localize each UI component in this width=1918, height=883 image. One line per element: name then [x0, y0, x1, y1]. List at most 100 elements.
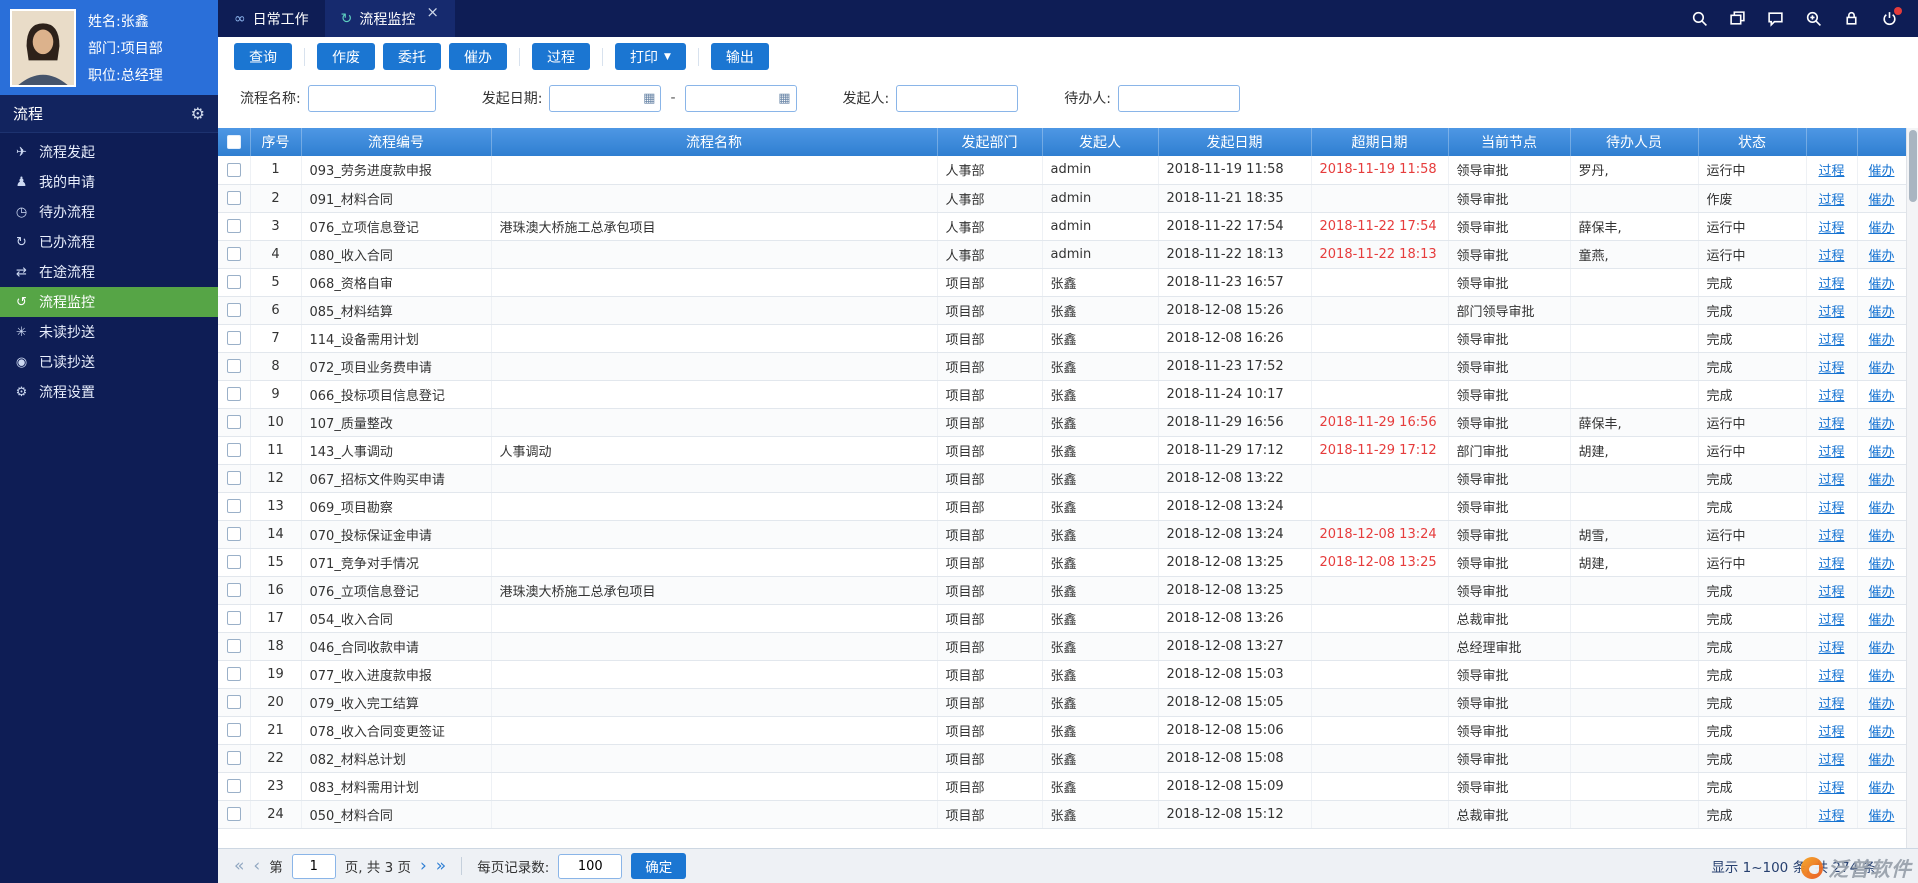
- row-checkbox[interactable]: [227, 779, 241, 793]
- void-button[interactable]: 作废: [317, 43, 375, 70]
- process-link[interactable]: 过程: [1818, 333, 1844, 348]
- row-checkbox[interactable]: [227, 415, 241, 429]
- close-tab-icon[interactable]: ×: [426, 5, 439, 20]
- row-checkbox[interactable]: [227, 303, 241, 317]
- sidebar-item-unread-cc[interactable]: ✳未读抄送: [0, 317, 218, 347]
- urge-link[interactable]: 催办: [1868, 164, 1894, 179]
- urge-link[interactable]: 催办: [1868, 809, 1894, 824]
- process-link[interactable]: 过程: [1818, 305, 1844, 320]
- sidebar-item-pending[interactable]: ◷待办流程: [0, 197, 218, 227]
- process-link[interactable]: 过程: [1818, 193, 1844, 208]
- next-page-button[interactable]: ›: [420, 858, 427, 875]
- process-link[interactable]: 过程: [1818, 753, 1844, 768]
- process-link[interactable]: 过程: [1818, 501, 1844, 516]
- urge-link[interactable]: 催办: [1868, 697, 1894, 712]
- lock-icon[interactable]: [1843, 10, 1860, 27]
- process-link[interactable]: 过程: [1818, 417, 1844, 432]
- calendar-icon[interactable]: ▦: [778, 91, 790, 106]
- urge-link[interactable]: 催办: [1868, 221, 1894, 236]
- tab-process-monitor[interactable]: ↻ 流程监控 ×: [325, 0, 455, 37]
- print-button[interactable]: 打印 ▼: [615, 43, 686, 70]
- last-page-button[interactable]: »: [436, 858, 446, 875]
- urge-link[interactable]: 催办: [1868, 193, 1894, 208]
- urge-link[interactable]: 催办: [1868, 753, 1894, 768]
- sidebar-item-read-cc[interactable]: ◉已读抄送: [0, 347, 218, 377]
- power-icon[interactable]: [1881, 10, 1898, 27]
- row-checkbox[interactable]: [227, 471, 241, 485]
- row-checkbox[interactable]: [227, 723, 241, 737]
- query-button[interactable]: 查询: [234, 43, 292, 70]
- urge-link[interactable]: 催办: [1868, 529, 1894, 544]
- select-all-checkbox[interactable]: [227, 135, 241, 149]
- process-link[interactable]: 过程: [1818, 669, 1844, 684]
- process-link[interactable]: 过程: [1818, 277, 1844, 292]
- urge-button[interactable]: 催办: [449, 43, 507, 70]
- process-link[interactable]: 过程: [1818, 585, 1844, 600]
- process-link[interactable]: 过程: [1818, 361, 1844, 376]
- urge-link[interactable]: 催办: [1868, 445, 1894, 460]
- process-button[interactable]: 过程: [532, 43, 590, 70]
- row-checkbox[interactable]: [227, 191, 241, 205]
- initiator-input[interactable]: [896, 85, 1018, 112]
- sidebar-item-my-applications[interactable]: ♟我的申请: [0, 167, 218, 197]
- process-link[interactable]: 过程: [1818, 641, 1844, 656]
- first-page-button[interactable]: «: [234, 858, 244, 875]
- row-checkbox[interactable]: [227, 219, 241, 233]
- urge-link[interactable]: 催办: [1868, 557, 1894, 572]
- row-checkbox[interactable]: [227, 807, 241, 821]
- urge-link[interactable]: 催办: [1868, 669, 1894, 684]
- row-checkbox[interactable]: [227, 275, 241, 289]
- confirm-button[interactable]: 确定: [631, 853, 686, 879]
- urge-link[interactable]: 催办: [1868, 613, 1894, 628]
- process-link[interactable]: 过程: [1818, 809, 1844, 824]
- urge-link[interactable]: 催办: [1868, 277, 1894, 292]
- urge-link[interactable]: 催办: [1868, 389, 1894, 404]
- sidebar-item-settings[interactable]: ⚙流程设置: [0, 377, 218, 407]
- process-link[interactable]: 过程: [1818, 221, 1844, 236]
- zoom-icon[interactable]: [1805, 10, 1822, 27]
- process-link[interactable]: 过程: [1818, 164, 1844, 179]
- urge-link[interactable]: 催办: [1868, 641, 1894, 656]
- output-button[interactable]: 输出: [711, 43, 769, 70]
- row-checkbox[interactable]: [227, 583, 241, 597]
- row-checkbox[interactable]: [227, 359, 241, 373]
- page-number-input[interactable]: [292, 854, 336, 879]
- sidebar-item-initiate[interactable]: ✈流程发起: [0, 137, 218, 167]
- row-checkbox[interactable]: [227, 331, 241, 345]
- process-link[interactable]: 过程: [1818, 249, 1844, 264]
- gear-icon[interactable]: ⚙: [191, 104, 205, 123]
- calendar-icon[interactable]: ▦: [643, 91, 655, 106]
- row-checkbox[interactable]: [227, 639, 241, 653]
- process-link[interactable]: 过程: [1818, 697, 1844, 712]
- urge-link[interactable]: 催办: [1868, 333, 1894, 348]
- urge-link[interactable]: 催办: [1868, 473, 1894, 488]
- urge-link[interactable]: 催办: [1868, 781, 1894, 796]
- row-checkbox[interactable]: [227, 527, 241, 541]
- process-link[interactable]: 过程: [1818, 725, 1844, 740]
- row-checkbox[interactable]: [227, 499, 241, 513]
- urge-link[interactable]: 催办: [1868, 417, 1894, 432]
- row-checkbox[interactable]: [227, 695, 241, 709]
- message-icon[interactable]: [1767, 10, 1784, 27]
- process-link[interactable]: 过程: [1818, 473, 1844, 488]
- process-link[interactable]: 过程: [1818, 613, 1844, 628]
- delegate-button[interactable]: 委托: [383, 43, 441, 70]
- row-checkbox[interactable]: [227, 163, 241, 177]
- row-checkbox[interactable]: [227, 751, 241, 765]
- row-checkbox[interactable]: [227, 555, 241, 569]
- scrollbar-thumb[interactable]: [1909, 130, 1917, 202]
- per-page-input[interactable]: [558, 854, 622, 879]
- vertical-scrollbar[interactable]: [1906, 128, 1918, 848]
- process-link[interactable]: 过程: [1818, 445, 1844, 460]
- search-icon[interactable]: [1691, 10, 1708, 27]
- row-checkbox[interactable]: [227, 611, 241, 625]
- process-name-input[interactable]: [308, 85, 436, 112]
- process-link[interactable]: 过程: [1818, 529, 1844, 544]
- urge-link[interactable]: 催办: [1868, 585, 1894, 600]
- urge-link[interactable]: 催办: [1868, 725, 1894, 740]
- process-link[interactable]: 过程: [1818, 389, 1844, 404]
- process-link[interactable]: 过程: [1818, 781, 1844, 796]
- tab-daily-work[interactable]: ∞ 日常工作: [218, 0, 325, 37]
- urge-link[interactable]: 催办: [1868, 501, 1894, 516]
- urge-link[interactable]: 催办: [1868, 305, 1894, 320]
